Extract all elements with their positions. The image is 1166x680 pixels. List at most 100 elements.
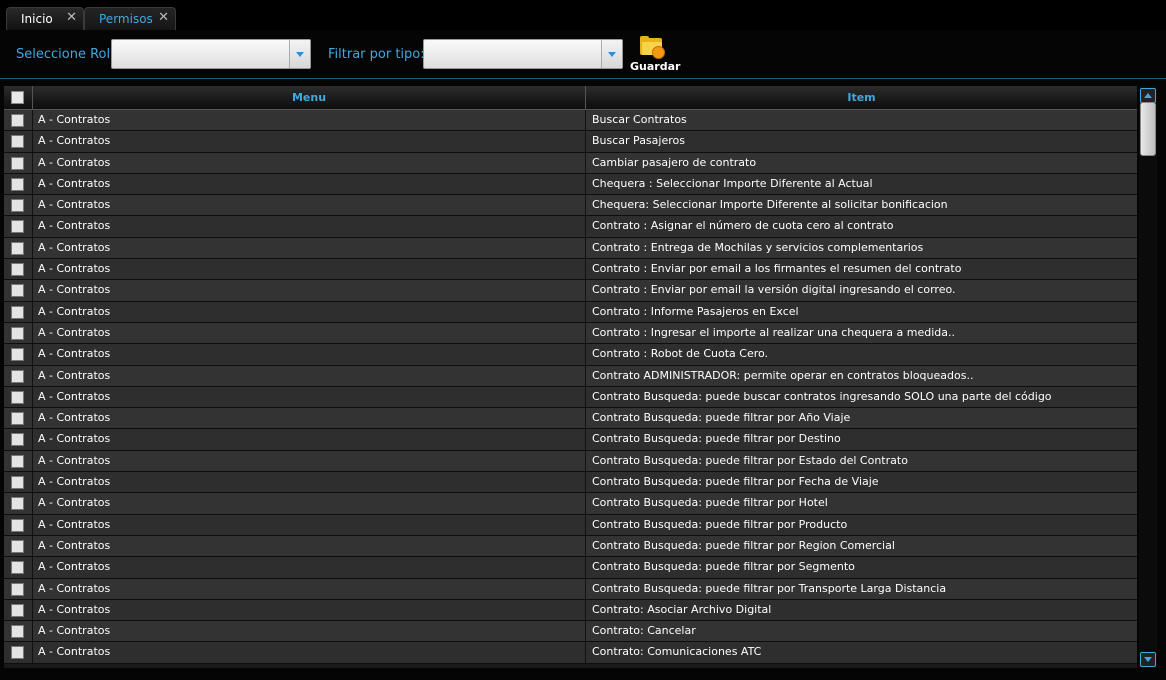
row-checkbox[interactable] — [11, 539, 24, 553]
table-row[interactable]: A - Contratos Contrato Busqueda: puede fi… — [4, 408, 1137, 430]
cell-item: Contrato : Informe Pasajeros en Excel — [585, 301, 1137, 322]
table-row[interactable]: A - Contratos Contrato Busqueda: puede fi… — [4, 493, 1137, 515]
column-header-item[interactable]: Item — [586, 91, 1137, 104]
role-select[interactable] — [111, 39, 311, 69]
select-all-checkbox[interactable] — [11, 91, 24, 104]
cell-item: Contrato : Entrega de Mochilas y servici… — [585, 237, 1137, 259]
toolbar: Seleccione Rol: Filtrar por tipo: Guarda… — [0, 30, 1166, 79]
cell-menu: A - Contratos — [32, 386, 584, 408]
scroll-thumb[interactable] — [1140, 102, 1156, 156]
cell-item: Contrato: Comunicaciones ATC — [585, 642, 1137, 663]
row-checkbox[interactable] — [11, 348, 24, 362]
row-checkbox[interactable] — [11, 220, 24, 234]
row-checkbox[interactable] — [11, 284, 24, 298]
row-checkbox[interactable] — [11, 263, 24, 277]
table-row[interactable]: A - Contratos Contrato Busqueda: puede fi… — [4, 450, 1137, 473]
tab-inicio-close-icon[interactable]: ✕ — [66, 10, 77, 25]
table-row[interactable]: A - Contratos Contrato : Informe Pasajero… — [4, 301, 1137, 323]
row-checkbox[interactable] — [11, 369, 24, 383]
cell-item: Contrato Busqueda: puede filtrar por Des… — [585, 429, 1137, 450]
table-row[interactable]: A - Contratos Buscar Contratos — [4, 110, 1137, 132]
row-checkbox[interactable] — [11, 497, 24, 511]
cell-item: Contrato Busqueda: puede buscar contrato… — [585, 386, 1137, 408]
row-checkbox[interactable] — [11, 582, 24, 596]
table-row[interactable]: A - Contratos Contrato Busqueda: puede fi… — [4, 578, 1137, 600]
tab-permisos[interactable]: Permisos ✕ — [84, 7, 176, 30]
table-row[interactable]: A - Contratos Cambiar pasajero de contrat… — [4, 152, 1137, 174]
tab-permisos-label: Permisos — [99, 12, 153, 26]
row-checkbox[interactable] — [11, 603, 24, 617]
cell-menu: A - Contratos — [32, 152, 584, 173]
row-checkbox[interactable] — [11, 326, 24, 340]
tab-inicio[interactable]: Inicio ✕ — [6, 7, 84, 30]
cell-menu: A - Contratos — [32, 280, 584, 301]
row-checkbox[interactable] — [11, 199, 24, 213]
vertical-scrollbar[interactable] — [1139, 86, 1157, 668]
chevron-down-icon — [296, 52, 304, 57]
cell-menu: A - Contratos — [32, 237, 584, 259]
cell-menu: A - Contratos — [32, 344, 584, 365]
save-button[interactable]: Guardar — [628, 34, 680, 74]
cell-item: Buscar Contratos — [585, 110, 1137, 131]
table-row[interactable]: A - Contratos Contrato Busqueda: puede bu… — [4, 386, 1137, 409]
column-header-menu[interactable]: Menu — [33, 91, 585, 104]
cell-item: Contrato Busqueda: puede filtrar por Fec… — [585, 472, 1137, 493]
row-checkbox[interactable] — [11, 305, 24, 319]
cell-item: Cambiar pasajero de contrato — [585, 152, 1137, 173]
table-row[interactable]: A - Contratos Contrato Busqueda: puede fi… — [4, 514, 1137, 536]
cell-menu: A - Contratos — [32, 557, 584, 578]
row-checkbox[interactable] — [11, 433, 24, 447]
row-checkbox[interactable] — [11, 561, 24, 575]
table-row[interactable]: A - Contratos Contrato Busqueda: puede fi… — [4, 472, 1137, 494]
type-filter-dropdown-button[interactable] — [601, 40, 622, 68]
cell-menu: A - Contratos — [32, 110, 584, 131]
arrow-down-icon — [1144, 657, 1152, 662]
cell-item: Chequera : Seleccionar Importe Diferente… — [585, 173, 1137, 195]
tab-permisos-close-icon[interactable]: ✕ — [158, 10, 169, 25]
cell-menu: A - Contratos — [32, 599, 584, 621]
cell-menu: A - Contratos — [32, 173, 584, 195]
table-row[interactable]: A - Contratos Contrato : Enviar por email… — [4, 280, 1137, 302]
row-checkbox[interactable] — [11, 241, 24, 255]
table-row[interactable]: A - Contratos Contrato : Asignar el númer… — [4, 216, 1137, 238]
row-checkbox[interactable] — [11, 412, 24, 426]
cell-menu: A - Contratos — [32, 322, 584, 344]
table-row[interactable]: A - Contratos Contrato: Cancelar — [4, 621, 1137, 643]
grid-body: A - Contratos Buscar Contratos A - Contrat… — [4, 110, 1137, 664]
chevron-down-icon — [608, 52, 616, 57]
table-row[interactable]: A - Contratos Contrato : Ingresar el impo… — [4, 322, 1137, 345]
role-dropdown-button[interactable] — [289, 40, 310, 68]
table-row[interactable]: A - Contratos Chequera: Seleccionar Impor… — [4, 195, 1137, 217]
row-checkbox[interactable] — [11, 156, 24, 170]
cell-menu: A - Contratos — [32, 535, 584, 557]
grid-header: Menu Item — [4, 86, 1137, 110]
cell-menu: A - Contratos — [32, 195, 584, 216]
scroll-down-button[interactable] — [1140, 652, 1156, 667]
table-row[interactable]: A - Contratos Contrato Busqueda: puede fi… — [4, 535, 1137, 558]
table-row[interactable]: A - Contratos Chequera : Seleccionar Impo… — [4, 173, 1137, 196]
cell-item: Contrato Busqueda: puede filtrar por Est… — [585, 450, 1137, 472]
row-checkbox[interactable] — [11, 177, 24, 191]
row-checkbox[interactable] — [11, 646, 24, 660]
type-filter-select[interactable] — [423, 39, 623, 69]
cell-item: Contrato : Asignar el número de cuota ce… — [585, 216, 1137, 237]
table-row[interactable]: A - Contratos Contrato: Asociar Archivo D… — [4, 599, 1137, 622]
table-row[interactable]: A - Contratos Contrato : Enviar por email… — [4, 259, 1137, 281]
table-row[interactable]: A - Contratos Contrato: Comunicaciones AT… — [4, 642, 1137, 664]
cell-menu: A - Contratos — [32, 514, 584, 535]
row-checkbox[interactable] — [11, 114, 24, 127]
cell-item: Contrato Busqueda: puede filtrar por Tra… — [585, 578, 1137, 599]
table-row[interactable]: A - Contratos Buscar Pasajeros — [4, 131, 1137, 153]
row-checkbox[interactable] — [11, 454, 24, 468]
row-checkbox[interactable] — [11, 518, 24, 532]
row-checkbox[interactable] — [11, 135, 24, 149]
table-row[interactable]: A - Contratos Contrato Busqueda: puede fi… — [4, 557, 1137, 579]
table-row[interactable]: A - Contratos Contrato : Entrega de Mochi… — [4, 237, 1137, 260]
table-row[interactable]: A - Contratos Contrato Busqueda: puede fi… — [4, 429, 1137, 451]
scroll-up-button[interactable] — [1140, 88, 1156, 103]
table-row[interactable]: A - Contratos Contrato : Robot de Cuota C… — [4, 344, 1137, 366]
row-checkbox[interactable] — [11, 390, 24, 404]
row-checkbox[interactable] — [11, 476, 24, 490]
row-checkbox[interactable] — [11, 625, 24, 639]
table-row[interactable]: A - Contratos Contrato ADMINISTRADOR: per… — [4, 365, 1137, 387]
